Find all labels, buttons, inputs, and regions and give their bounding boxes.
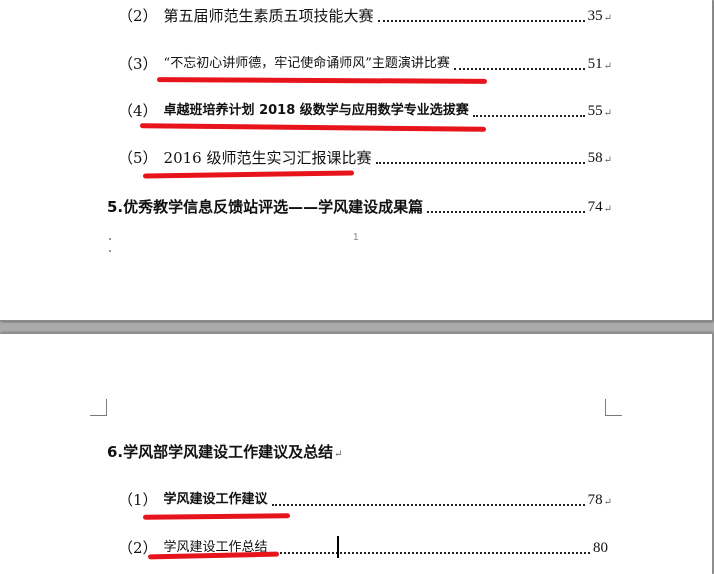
paragraph-mark-icon: ↵ [334, 449, 343, 460]
paragraph-mark-icon: ↵ [603, 108, 612, 119]
toc-entry-5[interactable]: （5） 2016 级师范生实习汇报课比赛 58 ↵ [118, 148, 612, 168]
red-annotation-underline [156, 77, 488, 84]
leader-dots [427, 210, 585, 213]
document-page-1: （2） 第五届师范生素质五项技能大赛 35 ↵ （3） “不忘初心讲师德，牢记使… [0, 0, 713, 321]
toc-entry-4[interactable]: （4） 卓越班培养计划 2018 级数学与应用数学专业选拔赛 55 ↵ [118, 101, 612, 121]
leader-dots [377, 19, 585, 22]
entry-number: （4） [118, 102, 158, 120]
toc-entry-1[interactable]: （1） 学风建设工作建议 78 ↵ [118, 490, 612, 510]
entry-number: （2） [118, 7, 158, 25]
entry-title: 卓越班培养计划 2018 级数学与应用数学专业选拔赛 [163, 103, 469, 118]
text-cursor [337, 536, 339, 558]
crop-mark-left [90, 399, 107, 416]
entry-title: 第五届师范生素质五项技能大赛 [163, 7, 374, 25]
entry-page-number: 78 [587, 492, 603, 508]
toc-section-6[interactable]: 6.学风部学风建设工作建议及总结 ↵ [107, 442, 507, 462]
leader-dots [271, 503, 585, 506]
entry-title: “不忘初心讲师德，牢记使命诵师风”主题演讲比赛 [163, 56, 450, 71]
crop-mark-right [605, 399, 622, 416]
red-annotation-underline [139, 123, 487, 132]
entry-page-number: 55 [587, 103, 603, 119]
entry-page-number: 35 [587, 8, 603, 24]
page-number: 1 [353, 232, 359, 243]
leader-dots [375, 161, 585, 164]
toc-section-5[interactable]: 5.优秀教学信息反馈站评选——学风建设成果篇 74 ↵ [107, 197, 612, 217]
leader-dots [472, 114, 585, 117]
entry-page-number: 51 [587, 56, 603, 72]
red-annotation-underline [142, 513, 291, 520]
document-page-2: 6.学风部学风建设工作建议及总结 ↵ （1） 学风建设工作建议 78 ↵ （2）… [0, 333, 713, 574]
format-mark [109, 250, 111, 252]
leader-dots [453, 67, 585, 70]
toc-entry-3[interactable]: （3） “不忘初心讲师德，牢记使命诵师风”主题演讲比赛 51 ↵ [118, 54, 612, 74]
paragraph-mark-icon: ↵ [603, 497, 612, 508]
entry-number: （3） [118, 55, 158, 73]
entry-page-number: 58 [587, 150, 603, 166]
format-mark [109, 238, 111, 240]
section-page-number: 74 [587, 199, 603, 215]
section-title: 6.学风部学风建设工作建议及总结 [107, 443, 334, 461]
entry-number: （1） [118, 491, 158, 509]
paragraph-mark-icon: ↵ [603, 61, 612, 72]
entry-number: （5） [118, 149, 158, 167]
entry-page-number: 80 [593, 540, 608, 556]
paragraph-mark-icon: ↵ [603, 155, 612, 166]
leader-dots [271, 551, 590, 554]
section-title: 5.优秀教学信息反馈站评选——学风建设成果篇 [107, 198, 424, 216]
entry-title: 学风建设工作建议 [163, 492, 268, 507]
entry-title: 2016 级师范生实习汇报课比赛 [163, 149, 372, 167]
paragraph-mark-icon: ↵ [603, 13, 612, 24]
red-annotation-underline [142, 170, 355, 179]
paragraph-mark-icon: ↵ [603, 204, 612, 215]
toc-entry-2[interactable]: （2） 第五届师范生素质五项技能大赛 35 ↵ [118, 6, 612, 26]
